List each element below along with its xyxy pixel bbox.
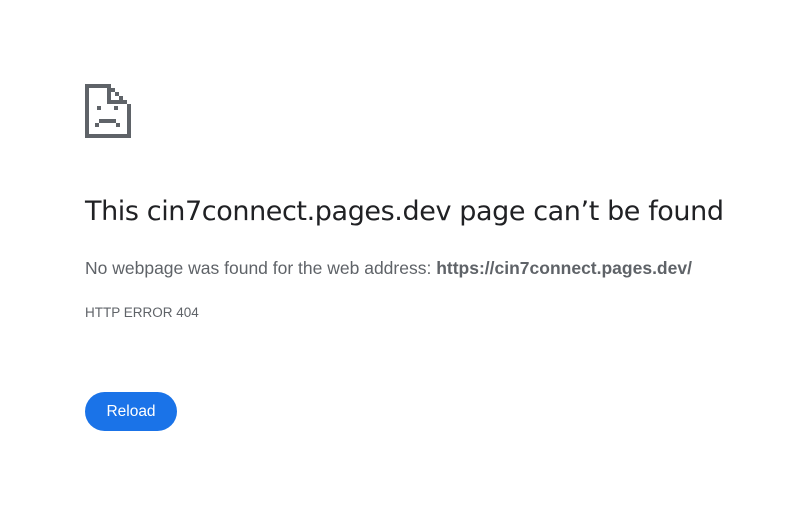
- error-code: HTTP ERROR 404: [85, 305, 199, 320]
- error-page: This cin7connect.pages.dev page can’t be…: [0, 0, 811, 526]
- reload-button[interactable]: Reload: [85, 392, 177, 431]
- page-title: This cin7connect.pages.dev page can’t be…: [85, 196, 724, 227]
- error-url: https://cin7connect.pages.dev/: [436, 258, 692, 278]
- error-message: No webpage was found for the web address…: [85, 258, 692, 279]
- sad-file-icon: [85, 84, 131, 138]
- error-message-text: No webpage was found for the web address…: [85, 258, 437, 278]
